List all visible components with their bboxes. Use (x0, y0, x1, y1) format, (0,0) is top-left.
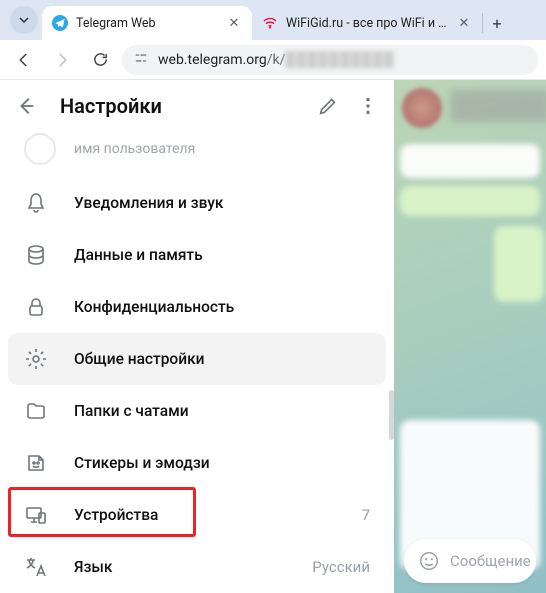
browser-tab-active[interactable]: Telegram Web ✕ (42, 6, 252, 40)
new-tab-button[interactable]: + (483, 9, 511, 37)
menu-value: Русский (312, 558, 370, 576)
profile-username-row[interactable]: имя пользователя (0, 131, 394, 177)
menu-item-lock[interactable]: Конфиденциальность (8, 281, 386, 333)
sticker-icon (24, 451, 48, 475)
browser-tab-inactive[interactable]: WiFiGid.ru - все про WiFi и бе ✕ (252, 6, 482, 40)
settings-panel: Настройки имя пользователя Уведомления и… (0, 80, 394, 593)
chat-avatar (402, 88, 442, 128)
folder-icon (24, 399, 48, 423)
nav-reload-button[interactable] (84, 44, 116, 76)
message-composer[interactable]: Сообщение (404, 539, 536, 583)
telegram-favicon (52, 15, 68, 31)
profile-sub-label: имя пользователя (74, 141, 195, 157)
devices-icon (24, 503, 48, 527)
menu-label: Язык (74, 558, 286, 576)
menu-item-lang[interactable]: Язык Русский (8, 541, 386, 593)
data-icon (24, 243, 48, 267)
message-bubble (494, 226, 544, 302)
url-text: web.telegram.org/k/██████████ (158, 51, 395, 68)
tab-dropdown-button[interactable] (10, 6, 38, 34)
settings-menu-list: Уведомления и звук Данные и память Конфиде… (0, 177, 394, 593)
nav-forward-button[interactable] (46, 44, 78, 76)
menu-item-data[interactable]: Данные и память (8, 229, 386, 281)
gear-icon (24, 347, 48, 371)
settings-header: Настройки (0, 80, 394, 131)
site-settings-icon[interactable] (134, 51, 148, 69)
menu-label: Данные и память (74, 246, 370, 264)
tab-title: Telegram Web (76, 16, 218, 31)
message-bubble (400, 144, 540, 178)
menu-value: 7 (362, 506, 370, 524)
bell-icon (24, 191, 48, 215)
chat-background: Сообщение (394, 80, 546, 593)
menu-label: Уведомления и звук (74, 194, 370, 212)
browser-tab-strip: Telegram Web ✕ WiFiGid.ru - все про WiFi… (0, 0, 546, 40)
at-icon (24, 133, 56, 165)
lang-icon (24, 555, 48, 579)
menu-item-bell[interactable]: Уведомления и звук (8, 177, 386, 229)
menu-label: Папки с чатами (74, 402, 370, 420)
lock-icon (24, 295, 48, 319)
browser-address-bar: web.telegram.org/k/██████████ (0, 40, 546, 80)
back-button[interactable] (6, 86, 46, 126)
tab-title: WiFiGid.ru - все про WiFi и бе (286, 16, 448, 31)
menu-label: Стикеры и эмодзи (74, 454, 370, 472)
settings-title: Настройки (60, 94, 308, 118)
emoji-icon[interactable] (418, 550, 440, 572)
nav-back-button[interactable] (8, 44, 40, 76)
tab-close-icon[interactable]: ✕ (456, 15, 472, 31)
edit-button[interactable] (308, 86, 348, 126)
chat-header-blur (450, 90, 546, 122)
app-root: Настройки имя пользователя Уведомления и… (0, 80, 546, 593)
more-menu-button[interactable] (348, 86, 388, 126)
menu-item-sticker[interactable]: Стикеры и эмодзи (8, 437, 386, 489)
url-input[interactable]: web.telegram.org/k/██████████ (122, 45, 538, 75)
tab-close-icon[interactable]: ✕ (226, 15, 242, 31)
menu-label: Общие настройки (74, 350, 370, 368)
menu-label: Конфиденциальность (74, 298, 370, 316)
menu-label: Устройства (74, 506, 336, 524)
composer-placeholder: Сообщение (450, 552, 531, 570)
message-bubble (400, 186, 540, 216)
menu-item-gear[interactable]: Общие настройки (8, 333, 386, 385)
wifi-favicon (262, 15, 278, 31)
menu-item-folder[interactable]: Папки с чатами (8, 385, 386, 437)
menu-item-devices[interactable]: Устройства 7 (8, 489, 386, 541)
